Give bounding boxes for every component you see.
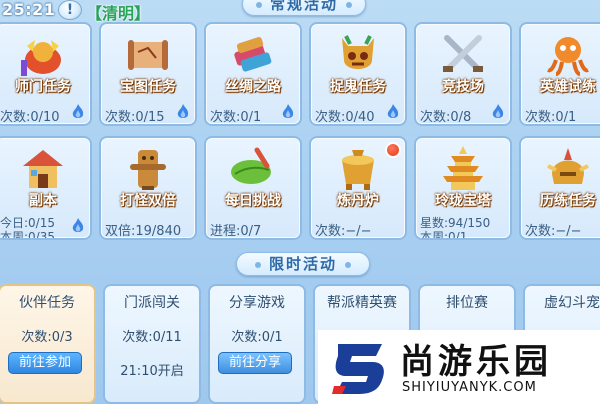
activity-name: 师门任务 bbox=[15, 79, 71, 95]
timed-activity-name: 分享游戏 bbox=[229, 295, 285, 311]
activity-stat: 次数:−/− bbox=[525, 224, 582, 239]
activity-name: 宝图任务 bbox=[120, 79, 176, 95]
activity-name: 打怪双倍 bbox=[120, 193, 176, 209]
dungeon-house-icon bbox=[23, 150, 63, 188]
activity-card[interactable]: 丝绸之路次数:0/1 bbox=[204, 22, 302, 126]
golden-helmet-icon bbox=[547, 148, 589, 184]
timed-activity-open-time: 21:10开启 bbox=[120, 364, 184, 379]
timed-activity-card[interactable]: 分享游戏次数:0/1 前往分享 bbox=[208, 284, 306, 404]
activity-card[interactable]: 玲珑宝塔 星数:94/150 本周:0/1 bbox=[414, 136, 512, 240]
sect-crest-icon bbox=[21, 40, 61, 76]
timed-activity-name: 虚幻斗宠 bbox=[544, 295, 600, 311]
watermark-text: 尚游乐园 bbox=[400, 342, 552, 382]
activity-name: 玲珑宝塔 bbox=[435, 193, 491, 209]
notification-dot bbox=[385, 142, 401, 158]
timed-activity-go-button[interactable]: 前往分享 bbox=[218, 352, 292, 374]
flame-icon bbox=[282, 104, 294, 118]
timed-activity-name: 排位赛 bbox=[446, 295, 488, 311]
activity-card[interactable]: 历练任务次数:−/− bbox=[519, 136, 600, 240]
hero-octopus-icon bbox=[547, 37, 589, 76]
banner-dot-right bbox=[345, 261, 351, 268]
timed-activities-title: 限时活动 bbox=[268, 255, 337, 273]
regular-activities-title: 常规活动 bbox=[269, 0, 338, 13]
watermark-url: SHIYIUYANYK.COM bbox=[402, 380, 537, 395]
activity-stat: 次数:0/1 bbox=[210, 110, 262, 125]
activity-card[interactable]: 炼丹炉次数:−/− bbox=[309, 136, 407, 240]
golden-pagoda-icon bbox=[443, 146, 483, 190]
flame-icon bbox=[72, 218, 84, 232]
clock: 25:21 bbox=[2, 0, 56, 19]
activity-name: 竞技场 bbox=[442, 79, 484, 95]
ghost-mask-icon bbox=[342, 35, 374, 69]
activity-stat-secondary: 本周:0/35 bbox=[0, 230, 55, 240]
activity-card[interactable]: 师门任务次数:0/10 bbox=[0, 22, 92, 126]
timed-activities-banner: 限时活动 bbox=[236, 252, 370, 276]
timed-activity-card[interactable]: 伙伴任务次数:0/3 前往参加 bbox=[0, 284, 96, 404]
flame-icon bbox=[492, 104, 504, 118]
banner-dot-right bbox=[346, 1, 352, 8]
flame-icon bbox=[72, 104, 84, 118]
help-icon[interactable]: ! bbox=[58, 0, 82, 20]
activity-stat: 次数:−/− bbox=[315, 224, 372, 239]
timed-activity-name: 伙伴任务 bbox=[19, 295, 75, 311]
timed-activity-count: 次数:0/3 bbox=[21, 330, 73, 345]
wooden-dummy-icon bbox=[130, 150, 166, 190]
activity-stat: 次数:0/1 bbox=[525, 110, 577, 125]
timed-activity-name: 门派闯关 bbox=[124, 295, 180, 311]
activity-card[interactable]: 每日挑战进程:0/7 bbox=[204, 136, 302, 240]
leaf-sword-icon bbox=[231, 147, 271, 184]
activity-stat: 次数:0/10 bbox=[0, 110, 60, 125]
crossed-swords-icon bbox=[443, 35, 483, 72]
activity-name: 丝绸之路 bbox=[225, 79, 281, 95]
activity-stat: 进程:0/7 bbox=[210, 224, 262, 239]
activity-card[interactable]: 英雄试练次数:0/1 bbox=[519, 22, 600, 126]
silk-bundle-icon bbox=[234, 37, 272, 72]
festival-label: 【清明】 bbox=[86, 4, 151, 23]
banner-dot-left bbox=[255, 1, 262, 8]
activity-stat: 次数:0/15 bbox=[105, 110, 165, 125]
activity-stat: 次数:0/40 bbox=[315, 110, 375, 125]
activity-stat: 次数:0/8 bbox=[420, 110, 472, 125]
activity-card[interactable]: 竞技场次数:0/8 bbox=[414, 22, 512, 126]
timed-activity-count: 次数:0/1 bbox=[231, 330, 283, 345]
activity-card[interactable]: 打怪双倍双倍:19/840 bbox=[99, 136, 197, 240]
activity-stat-secondary: 本周:0/1 bbox=[420, 230, 468, 240]
activity-name: 每日挑战 bbox=[225, 193, 281, 209]
flame-icon bbox=[387, 104, 399, 118]
timed-activity-go-button[interactable]: 前往参加 bbox=[8, 352, 82, 374]
timed-activity-card[interactable]: 门派闯关次数:0/11 21:10开启 bbox=[103, 284, 201, 404]
watermark-logo-icon bbox=[332, 344, 384, 394]
flame-icon bbox=[177, 104, 189, 118]
activity-name: 历练任务 bbox=[540, 193, 596, 209]
activity-name: 炼丹炉 bbox=[337, 193, 379, 209]
treasure-map-icon bbox=[128, 40, 168, 70]
activity-stat: 双倍:19/840 bbox=[105, 224, 182, 239]
alchemy-furnace-icon bbox=[342, 150, 374, 190]
banner-dot-left bbox=[254, 261, 261, 268]
activity-name: 英雄试练 bbox=[540, 79, 596, 95]
regular-activities-banner: 常规活动 bbox=[242, 0, 366, 16]
timed-activity-count: 次数:0/11 bbox=[122, 330, 182, 345]
activity-card[interactable]: 捉鬼任务次数:0/40 bbox=[309, 22, 407, 126]
site-watermark: 尚游乐园 SHIYIUYANYK.COM bbox=[318, 330, 600, 404]
activity-name: 副本 bbox=[29, 193, 57, 209]
activity-name: 捉鬼任务 bbox=[330, 79, 386, 95]
timed-activity-name: 帮派精英赛 bbox=[327, 295, 397, 311]
activity-card[interactable]: 副本 今日:0/15 本周:0/35 bbox=[0, 136, 92, 240]
activity-card[interactable]: 宝图任务次数:0/15 bbox=[99, 22, 197, 126]
